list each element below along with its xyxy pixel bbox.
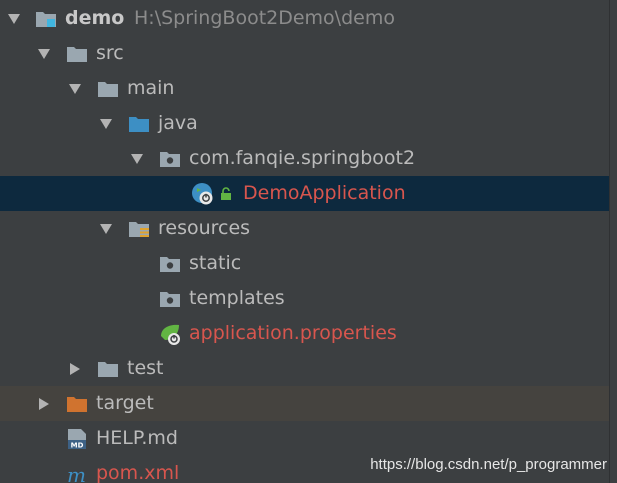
tree-node-label: test [127, 357, 164, 379]
svg-text:MD: MD [71, 442, 84, 450]
expand-arrow-icon[interactable] [129, 141, 145, 176]
expand-arrow-icon[interactable] [67, 71, 83, 106]
source-root-folder-icon [129, 117, 149, 132]
tree-node-templates[interactable]: templates [0, 281, 610, 316]
resources-folder-icon [129, 222, 149, 237]
folder-icon [67, 47, 87, 62]
tree-node-label: main [127, 77, 175, 99]
expand-arrow-icon[interactable] [98, 106, 114, 141]
package-icon [160, 292, 180, 307]
tree-node-label: templates [189, 287, 285, 309]
vertical-scrollbar[interactable] [609, 0, 617, 483]
expand-arrow-icon[interactable] [6, 1, 22, 36]
tree-node-application-properties[interactable]: application.properties [0, 316, 610, 351]
maven-file-icon: m [67, 464, 86, 483]
expand-arrow-icon[interactable] [36, 36, 52, 71]
tree-node-test[interactable]: test [0, 351, 610, 386]
svg-text:m: m [67, 464, 86, 483]
spring-properties-icon [161, 324, 180, 345]
folder-icon [98, 362, 118, 377]
tree-node-label: HELP.md [96, 427, 178, 449]
folder-icon [98, 82, 118, 97]
project-tree: demo H:\SpringBoot2Demo\demo src main ja… [0, 0, 617, 483]
collapsed-arrow-icon[interactable] [67, 351, 83, 386]
tree-node-label: resources [158, 217, 251, 239]
tree-node-src[interactable]: src [0, 36, 610, 71]
spring-boot-class-icon [192, 183, 213, 205]
tree-node-label: target [96, 392, 154, 414]
tree-node-package[interactable]: com.fanqie.springboot2 [0, 141, 610, 176]
tree-node-label: pom.xml [96, 462, 180, 483]
project-path: H:\SpringBoot2Demo\demo [134, 7, 395, 29]
collapsed-arrow-icon[interactable] [36, 386, 52, 421]
module-folder-icon [36, 12, 56, 27]
tree-node-help-md[interactable]: MD HELP.md [0, 421, 610, 456]
package-icon [160, 257, 180, 272]
lock-icon [221, 187, 231, 200]
tree-node-label: DemoApplication [243, 182, 406, 204]
tree-node-demo[interactable]: demo H:\SpringBoot2Demo\demo [0, 1, 610, 36]
tree-node-main[interactable]: main [0, 71, 610, 106]
markdown-file-icon: MD [68, 429, 86, 450]
tree-node-java[interactable]: java [0, 106, 610, 141]
tree-node-static[interactable]: static [0, 246, 610, 281]
tree-node-label: demo [65, 7, 125, 29]
watermark: https://blog.csdn.net/p_programmer [370, 456, 607, 473]
tree-node-label: java [158, 112, 198, 134]
tree-node-label: src [96, 42, 124, 64]
excluded-folder-icon [67, 397, 87, 412]
tree-node-label: com.fanqie.springboot2 [189, 147, 416, 169]
tree-node-resources[interactable]: resources [0, 211, 610, 246]
tree-node-label: static [189, 252, 242, 274]
expand-arrow-icon[interactable] [98, 211, 114, 246]
package-icon [160, 152, 180, 167]
tree-node-demo-application[interactable]: DemoApplication [0, 176, 610, 211]
tree-node-label: application.properties [189, 322, 397, 344]
tree-node-target[interactable]: target [0, 386, 610, 421]
